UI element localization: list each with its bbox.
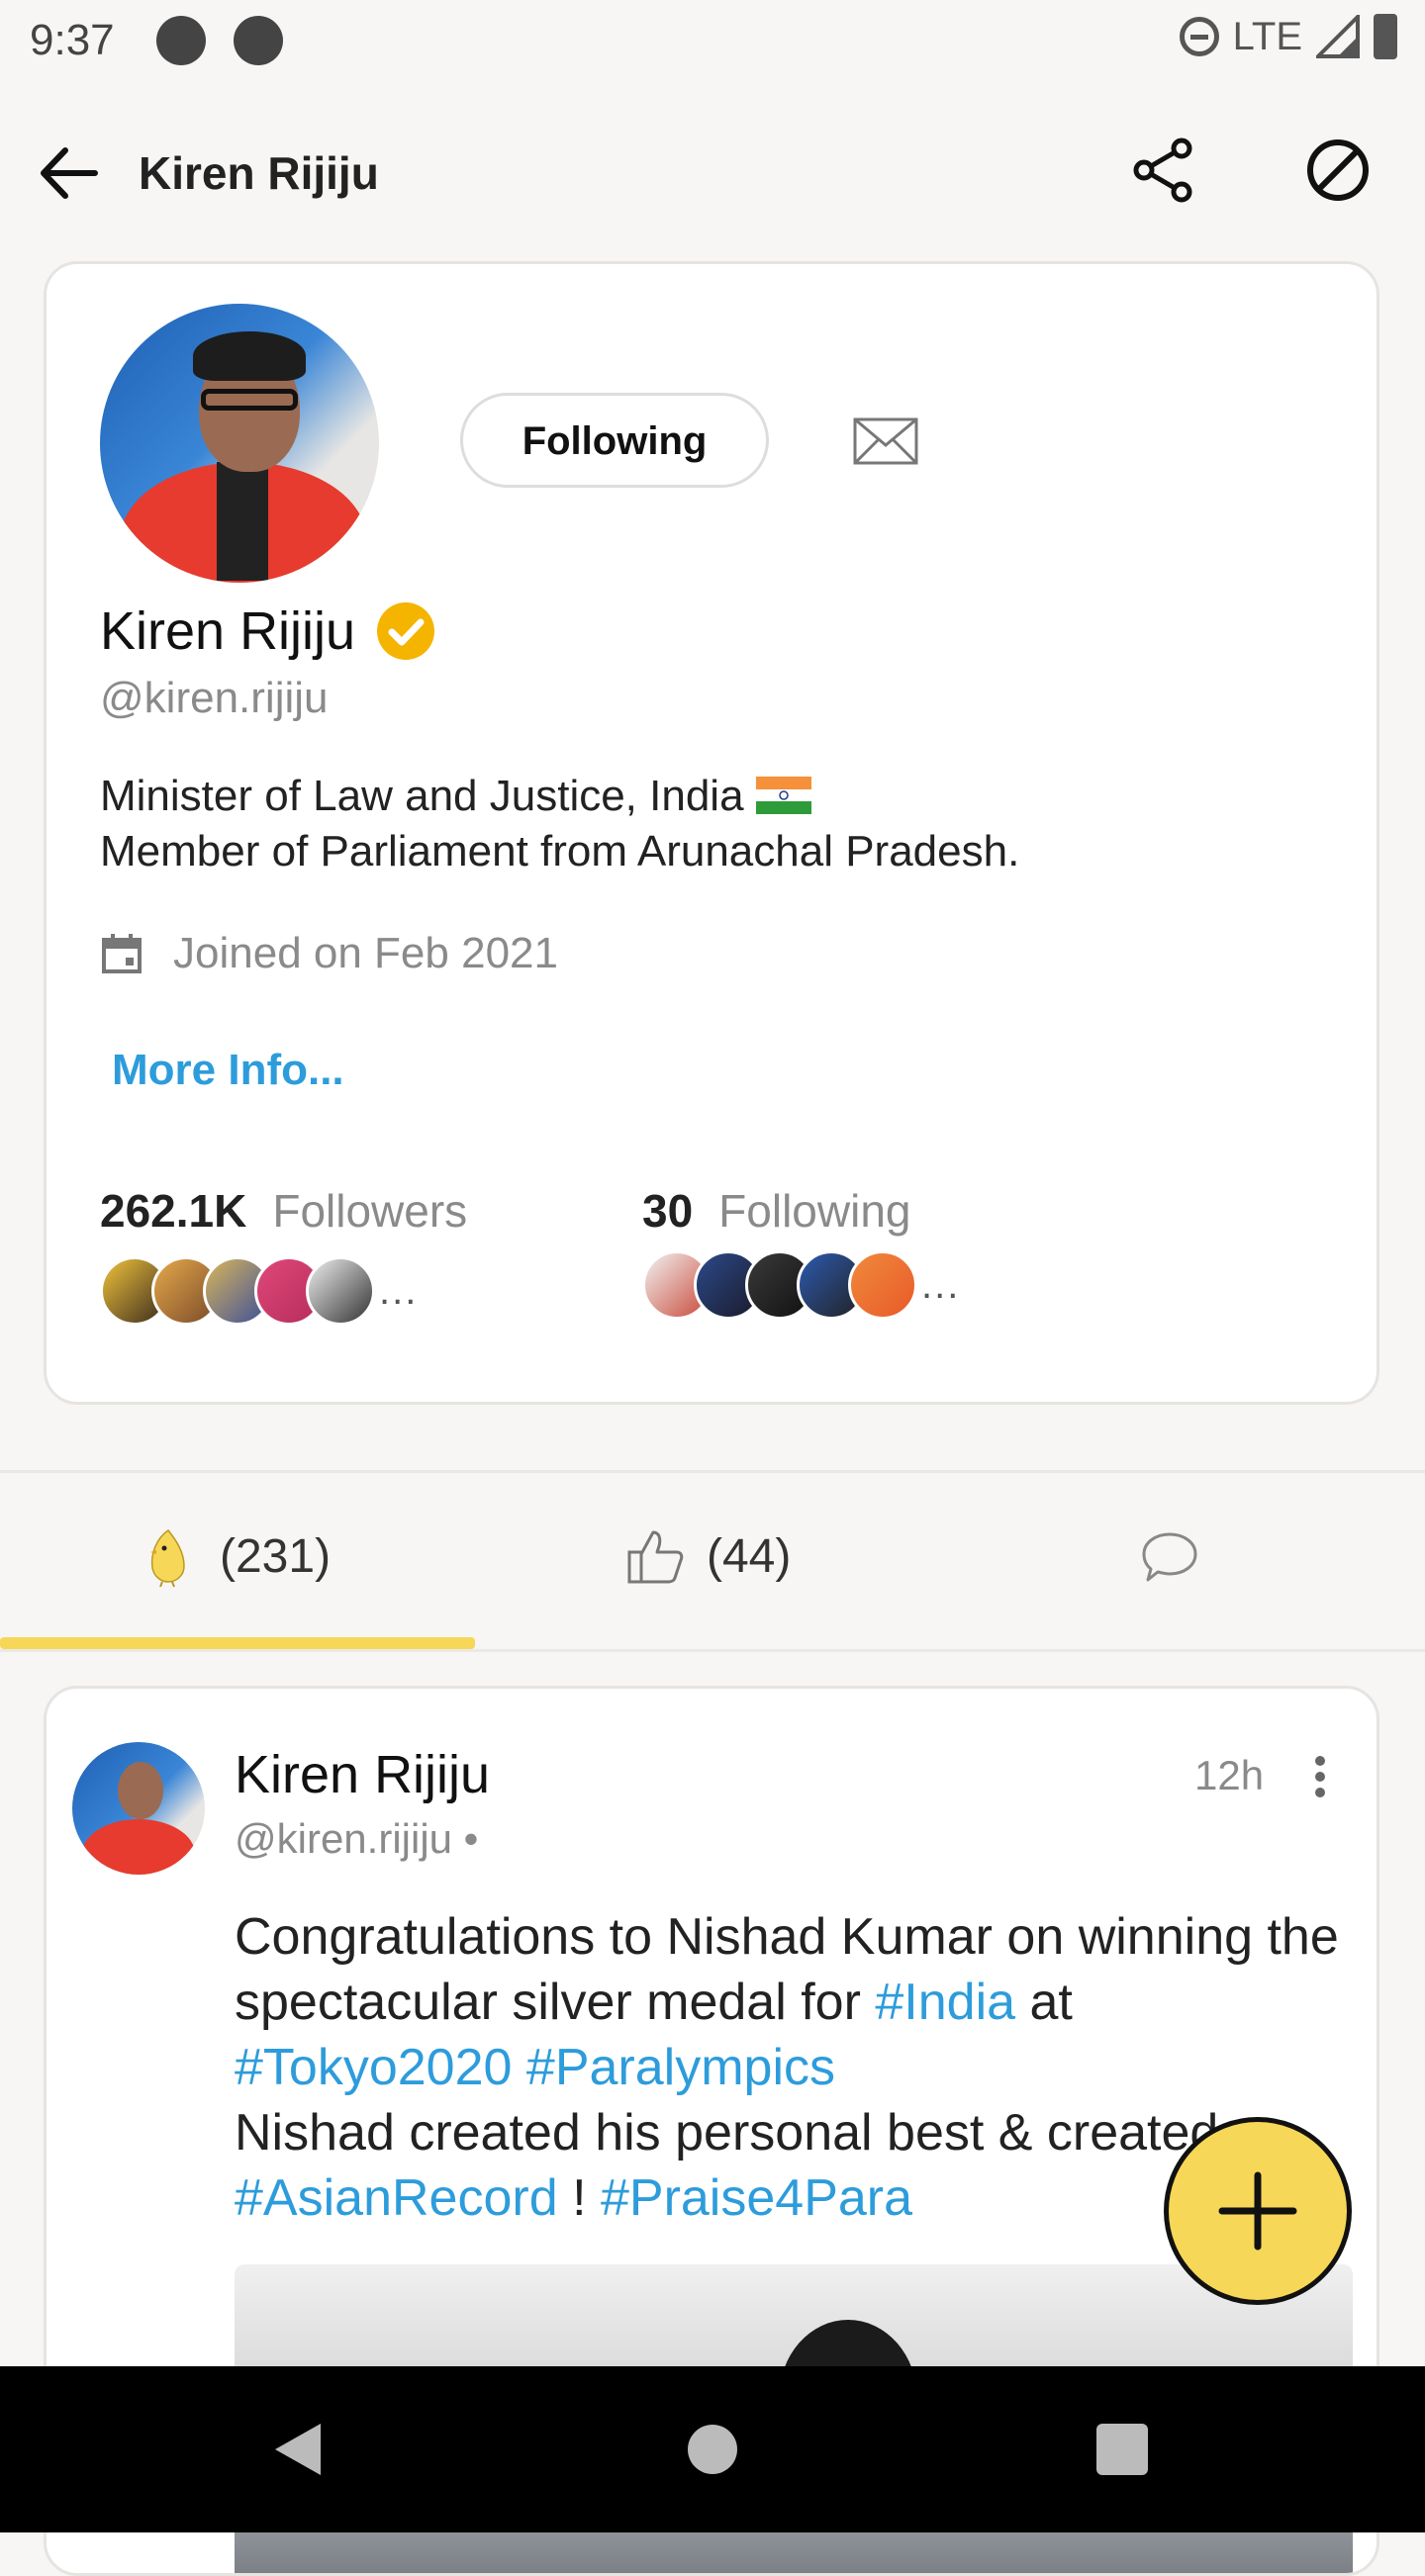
create-post-button[interactable] — [1164, 2117, 1352, 2305]
nav-home-icon[interactable] — [687, 2420, 738, 2479]
nav-recents-icon[interactable] — [1094, 2420, 1150, 2479]
system-nav-bar — [0, 2366, 1425, 2532]
page-title: Kiren Rijiju — [139, 147, 379, 199]
post-author-avatar[interactable] — [72, 1742, 205, 1875]
post-text-part: Nishad created his personal best & creat… — [235, 2104, 1290, 2162]
followers-avatars[interactable]: ... — [100, 1255, 418, 1327]
following-avatars[interactable]: ... — [642, 1249, 960, 1321]
following-more: ... — [921, 1262, 961, 1307]
tab-likes[interactable]: (44) — [623, 1524, 791, 1588]
network-type: LTE — [1232, 14, 1302, 58]
block-icon[interactable] — [1302, 135, 1374, 206]
do-not-disturb-icon — [1179, 17, 1219, 56]
back-arrow-icon[interactable] — [34, 138, 103, 208]
post-text-part: Congratulations to Nishad Kumar on winni… — [235, 1908, 1339, 2031]
following-avatar — [848, 1250, 917, 1320]
profile-handle: @kiren.rijiju — [100, 674, 329, 722]
calendar-icon — [102, 934, 142, 973]
followers-stat[interactable]: 262.1K Followers — [100, 1184, 467, 1238]
tab-likes-count: (44) — [707, 1529, 792, 1583]
signal-icon — [1316, 15, 1360, 58]
follower-avatar — [306, 1256, 375, 1326]
hashtag-tokyo2020[interactable]: #Tokyo2020 — [235, 2039, 512, 2096]
tab-comments[interactable] — [1138, 1524, 1221, 1588]
more-options-icon[interactable] — [1313, 1754, 1327, 1799]
tab-koos[interactable]: (231) — [137, 1524, 331, 1588]
hashtag-india[interactable]: #India — [875, 1974, 1015, 2031]
post-text-part: at — [1015, 1974, 1073, 2031]
koo-bird-icon — [150, 1528, 185, 1588]
post-author-handle[interactable]: @kiren.rijiju • — [235, 1815, 478, 1863]
post-text-part — [512, 2039, 525, 2096]
following-count: 30 — [642, 1185, 694, 1237]
post-text-part: ! — [557, 2169, 601, 2227]
profile-avatar[interactable] — [100, 304, 379, 583]
app-notification-icon — [234, 16, 283, 65]
battery-icon — [1374, 14, 1397, 59]
mail-icon[interactable] — [853, 417, 918, 465]
sync-icon — [156, 16, 206, 65]
thumbs-up-icon — [627, 1530, 684, 1584]
following-label: Following — [718, 1185, 911, 1237]
following-button[interactable]: Following — [460, 393, 769, 488]
comment-icon — [1142, 1532, 1197, 1582]
more-info-link[interactable]: More Info... — [112, 1046, 344, 1095]
followers-more: ... — [379, 1268, 419, 1313]
plus-icon — [1218, 2171, 1297, 2251]
profile-name: Kiren Rijiju — [100, 601, 356, 661]
profile-name-row: Kiren Rijiju — [100, 600, 436, 662]
followers-label: Followers — [272, 1185, 468, 1237]
share-icon[interactable] — [1128, 135, 1199, 206]
status-right: LTE — [1179, 14, 1397, 59]
active-tab-indicator — [0, 1637, 475, 1649]
app-bar: Kiren Rijiju — [0, 83, 1425, 257]
hashtag-paralympics[interactable]: #Paralympics — [526, 2039, 835, 2096]
bio-line-2: Member of Parliament from Arunachal Prad… — [100, 827, 1020, 875]
hashtag-praise4para[interactable]: #Praise4Para — [601, 2169, 912, 2227]
following-stat[interactable]: 30 Following — [642, 1184, 910, 1238]
status-time: 9:37 — [30, 16, 115, 64]
joined-row: Joined on Feb 2021 — [100, 929, 558, 978]
joined-date: Joined on Feb 2021 — [173, 929, 558, 977]
verified-badge-icon — [377, 602, 435, 660]
profile-tabs: (231) (44) — [0, 1470, 1425, 1652]
post-author-name[interactable]: Kiren Rijiju — [235, 1744, 490, 1805]
hashtag-asianrecord[interactable]: #AsianRecord — [235, 2169, 558, 2227]
profile-card: Following Kiren Rijiju @kiren.rijiju Min… — [44, 261, 1379, 1405]
bio-line-1: Minister of Law and Justice, India — [100, 772, 744, 820]
india-flag-icon — [755, 777, 811, 814]
status-bar: 9:37 LTE — [0, 0, 1425, 83]
followers-count: 262.1K — [100, 1185, 247, 1237]
profile-bio: Minister of Law and Justice, India Membe… — [100, 769, 1019, 879]
tab-koos-count: (231) — [220, 1529, 332, 1583]
post-time: 12h — [1194, 1752, 1265, 1798]
nav-back-icon[interactable] — [269, 2420, 325, 2479]
